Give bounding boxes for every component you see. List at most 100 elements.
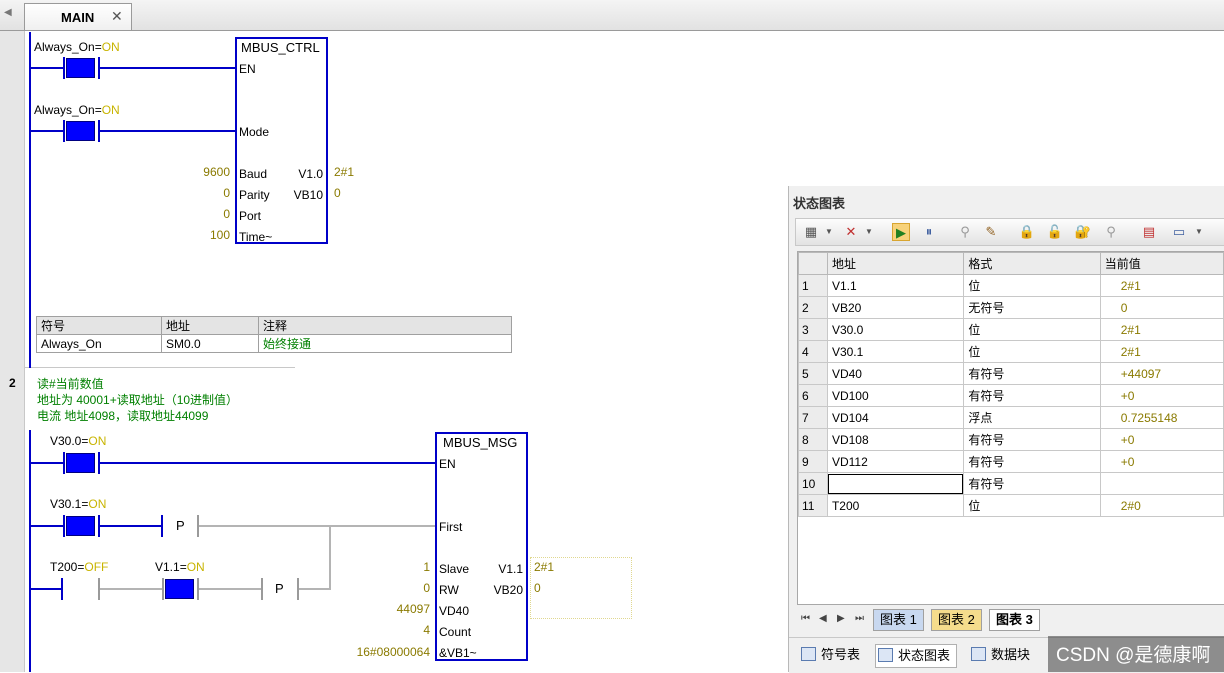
last-sheet-icon[interactable]: ⏭	[855, 613, 864, 624]
prev-sheet-icon[interactable]: ◀	[819, 613, 827, 624]
unforce-lock-icon[interactable]: 🔓	[1046, 223, 1064, 241]
input-addr-value[interactable]: 44097	[397, 602, 430, 616]
read-forced-icon[interactable]: ⚲	[1102, 223, 1120, 241]
address-cell[interactable]: VD100	[826, 384, 965, 407]
value-cell[interactable]: 2#0	[1099, 494, 1224, 517]
positive-transition-label[interactable]: P	[275, 581, 284, 596]
address-cell[interactable]: T200	[826, 494, 965, 517]
sheet-tab-1[interactable]: 图表 1	[873, 609, 924, 631]
value-cell[interactable]: 2#1	[1099, 274, 1224, 297]
contact-always-on-mode[interactable]	[66, 121, 95, 141]
format-cell[interactable]: 位	[963, 318, 1101, 341]
address-cell[interactable]	[826, 472, 965, 495]
chevron-down-icon[interactable]: ▼	[860, 223, 878, 241]
value-cell[interactable]: +0	[1099, 450, 1224, 473]
tab-main[interactable]: MAIN ✕	[24, 3, 132, 30]
format-cell[interactable]: 位	[963, 340, 1101, 363]
contact-v1-1[interactable]	[165, 579, 194, 599]
input-time-value[interactable]: 100	[210, 228, 230, 242]
address-cell[interactable]: V30.0	[826, 318, 965, 341]
format-cell[interactable]: 有符号	[963, 428, 1101, 451]
format-cell[interactable]: 有符号	[963, 384, 1101, 407]
format-cell[interactable]: 无符号	[963, 296, 1101, 319]
format-column-header[interactable]: 格式	[963, 252, 1101, 275]
address-cell[interactable]: V30.1	[826, 340, 965, 363]
address-cell[interactable]: VD40	[826, 362, 965, 385]
trend-view-icon[interactable]: ▤	[1140, 223, 1158, 241]
format-cell[interactable]: 有符号	[963, 450, 1101, 473]
address-cell[interactable]: VD108	[826, 428, 965, 451]
tag-icon[interactable]: ▭	[1170, 223, 1188, 241]
add-item-icon[interactable]: ▦	[802, 223, 820, 241]
output-error-value[interactable]: 0	[334, 186, 341, 200]
status-row[interactable]: 5 VD40 有符号 +44097	[798, 362, 1224, 385]
status-row[interactable]: 10 有符号	[798, 472, 1224, 495]
value-cell[interactable]: 0.7255148	[1099, 406, 1224, 429]
chart-status-icon[interactable]: ▶	[892, 223, 910, 241]
comment-cell[interactable]: 始终接通	[258, 334, 512, 353]
value-cell[interactable]: 2#1	[1099, 340, 1224, 363]
output-done-value[interactable]: 2#1	[334, 165, 354, 179]
status-row[interactable]: 2 VB20 无符号 0	[798, 296, 1224, 319]
address-cell[interactable]: V1.1	[826, 274, 965, 297]
status-row[interactable]: 11 T200 位 2#0	[798, 494, 1224, 517]
value-cell[interactable]: +0	[1099, 384, 1224, 407]
next-sheet-icon[interactable]: ▶	[837, 613, 845, 624]
input-port-value[interactable]: 0	[223, 207, 230, 221]
output-done-value[interactable]: 2#1	[534, 560, 554, 574]
input-parity-value[interactable]: 0	[223, 186, 230, 200]
status-row[interactable]: 8 VD108 有符号 +0	[798, 428, 1224, 451]
address-cell[interactable]: VB20	[826, 296, 965, 319]
format-cell[interactable]: 位	[963, 494, 1101, 517]
force-lock-icon[interactable]: 🔒	[1018, 223, 1036, 241]
format-cell[interactable]: 浮点	[963, 406, 1101, 429]
mbus-msg-block[interactable]: MBUS_MSG EN First Slave RW VD40 Count &V…	[435, 432, 528, 661]
contact-v30-1[interactable]	[66, 516, 95, 536]
status-row[interactable]: 1 V1.1 位 2#1	[798, 274, 1224, 297]
output-error-value[interactable]: 0	[534, 581, 541, 595]
value-cell[interactable]: +0	[1099, 428, 1224, 451]
format-cell[interactable]: 位	[963, 274, 1101, 297]
value-column-header[interactable]: 当前值	[1099, 252, 1224, 275]
write-pencil-icon[interactable]: ✎	[982, 223, 1000, 241]
mbus-ctrl-block[interactable]: MBUS_CTRL EN Mode Baud Parity Port Time~…	[235, 37, 328, 244]
sheet-tab-2[interactable]: 图表 2	[931, 609, 982, 631]
status-row[interactable]: 3 V30.0 位 2#1	[798, 318, 1224, 341]
chevron-down-icon[interactable]: ▼	[820, 223, 838, 241]
value-cell[interactable]: 2#1	[1099, 318, 1224, 341]
status-row[interactable]: 9 VD112 有符号 +0	[798, 450, 1224, 473]
delete-item-icon[interactable]: ✕	[842, 223, 860, 241]
status-chart-tab[interactable]: 状态图表	[875, 644, 958, 668]
first-sheet-icon[interactable]: ⏮	[801, 613, 810, 624]
input-slave-value[interactable]: 1	[423, 560, 430, 574]
address-cell[interactable]: SM0.0	[161, 334, 259, 353]
symbol-cell[interactable]: Always_On	[36, 334, 162, 353]
value-cell[interactable]	[1099, 472, 1224, 495]
status-row[interactable]: 4 V30.1 位 2#1	[798, 340, 1224, 363]
contact-always-on[interactable]	[66, 58, 95, 78]
unforce-all-icon[interactable]: 🔐	[1074, 223, 1092, 241]
format-cell[interactable]: 有符号	[963, 472, 1101, 495]
status-row[interactable]: 6 VD100 有符号 +0	[798, 384, 1224, 407]
positive-transition-label[interactable]: P	[176, 518, 185, 533]
input-baud-value[interactable]: 9600	[203, 165, 230, 179]
read-values-icon[interactable]: ⚲	[956, 223, 974, 241]
close-icon[interactable]: ✕	[111, 8, 123, 25]
address-column-header[interactable]: 地址	[826, 252, 965, 275]
address-cell[interactable]: VD112	[826, 450, 965, 473]
input-rw-value[interactable]: 0	[423, 581, 430, 595]
value-cell[interactable]: 0	[1099, 296, 1224, 319]
contact-v30-0[interactable]	[66, 453, 95, 473]
status-row[interactable]: 7 VD104 浮点 0.7255148	[798, 406, 1224, 429]
sheet-tab-3[interactable]: 图表 3	[989, 609, 1040, 631]
symbol-table-tab[interactable]: 符号表	[799, 644, 860, 666]
scroll-left-icon[interactable]: ◀	[4, 7, 12, 18]
value-cell[interactable]: +44097	[1099, 362, 1224, 385]
chevron-down-icon[interactable]: ▼	[1190, 223, 1208, 241]
input-ptr-value[interactable]: 16#08000064	[357, 645, 430, 659]
address-cell[interactable]: VD104	[826, 406, 965, 429]
data-block-tab[interactable]: 数据块	[969, 644, 1030, 666]
pause-icon[interactable]: ⏸	[920, 223, 938, 241]
input-count-value[interactable]: 4	[423, 623, 430, 637]
format-cell[interactable]: 有符号	[963, 362, 1101, 385]
